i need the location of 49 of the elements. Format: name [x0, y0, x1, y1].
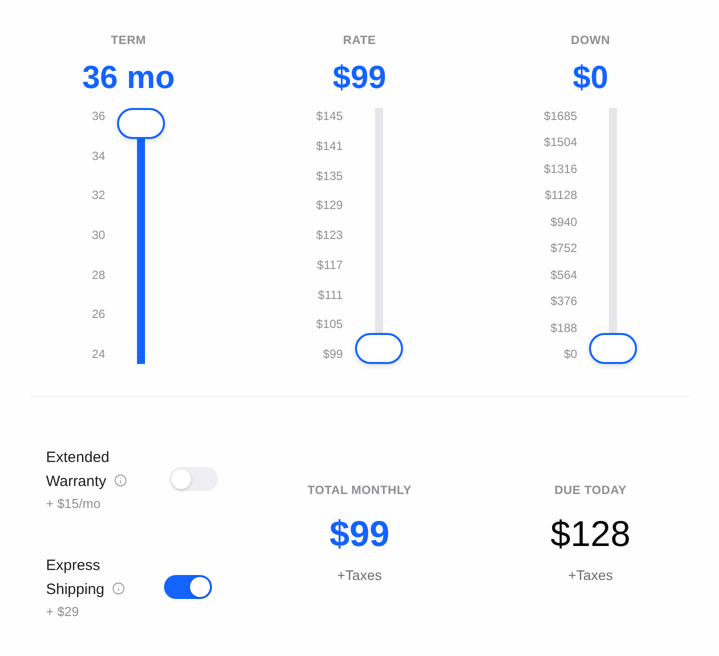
tick-label: 28 [92, 266, 106, 283]
info-icon[interactable] [114, 474, 128, 487]
option-title: Express Shipping [46, 557, 104, 598]
tick-label: 24 [92, 346, 106, 362]
slider-thumb[interactable] [117, 108, 166, 139]
slider-thumb[interactable] [589, 333, 638, 364]
tick-label: $123 [316, 227, 343, 243]
slider-value: $0 [572, 59, 608, 95]
tick-label: 36 [92, 108, 106, 124]
tick-label: $188 [550, 320, 578, 336]
summary-amount: $128 [550, 514, 631, 554]
tick-label: $564 [550, 266, 578, 283]
tick-label: $752 [550, 240, 578, 256]
summary-note: +Taxes [568, 566, 613, 584]
option-price: + $15/mo [46, 496, 101, 512]
tick-label: $111 [318, 286, 343, 302]
tick-label: $1128 [544, 187, 578, 204]
tick-label: $129 [316, 197, 343, 214]
option-title: Extended Warranty [46, 449, 110, 490]
summary-amount: $99 [329, 514, 390, 554]
tick-label: 26 [92, 306, 106, 322]
slider-label: TERM [110, 32, 146, 48]
tick-label: 32 [92, 187, 106, 204]
tick-label: $376 [550, 293, 578, 310]
slider-thumb[interactable] [354, 333, 403, 364]
summary-label: DUE TODAY [554, 482, 627, 498]
tick-label: $940 [550, 214, 578, 230]
summary-note: +Taxes [337, 566, 382, 584]
option-price: + $29 [46, 604, 79, 620]
tick-label: $99 [322, 346, 343, 362]
tick-label: $135 [316, 168, 343, 184]
slider-value: $99 [332, 59, 386, 95]
tick-label: $0 [564, 346, 578, 362]
tick-label: 34 [92, 148, 106, 164]
toggle-switch[interactable] [170, 467, 218, 491]
tick-label: $1504 [544, 134, 578, 150]
toggle-switch[interactable] [164, 575, 212, 599]
tick-label: $105 [316, 316, 343, 332]
tick-label: $117 [317, 256, 343, 273]
slider-label: RATE [343, 32, 376, 48]
summary-label: TOTAL MONTHLY [307, 482, 412, 498]
slider-label: DOWN [570, 32, 610, 48]
info-icon[interactable] [112, 582, 126, 595]
tick-label: 30 [92, 226, 106, 243]
tick-label: $1685 [544, 108, 578, 124]
tick-label: $1316 [544, 160, 578, 177]
tick-label: $141 [316, 138, 343, 154]
tick-label: $145 [316, 108, 343, 124]
slider-value: 36 mo [82, 59, 175, 95]
